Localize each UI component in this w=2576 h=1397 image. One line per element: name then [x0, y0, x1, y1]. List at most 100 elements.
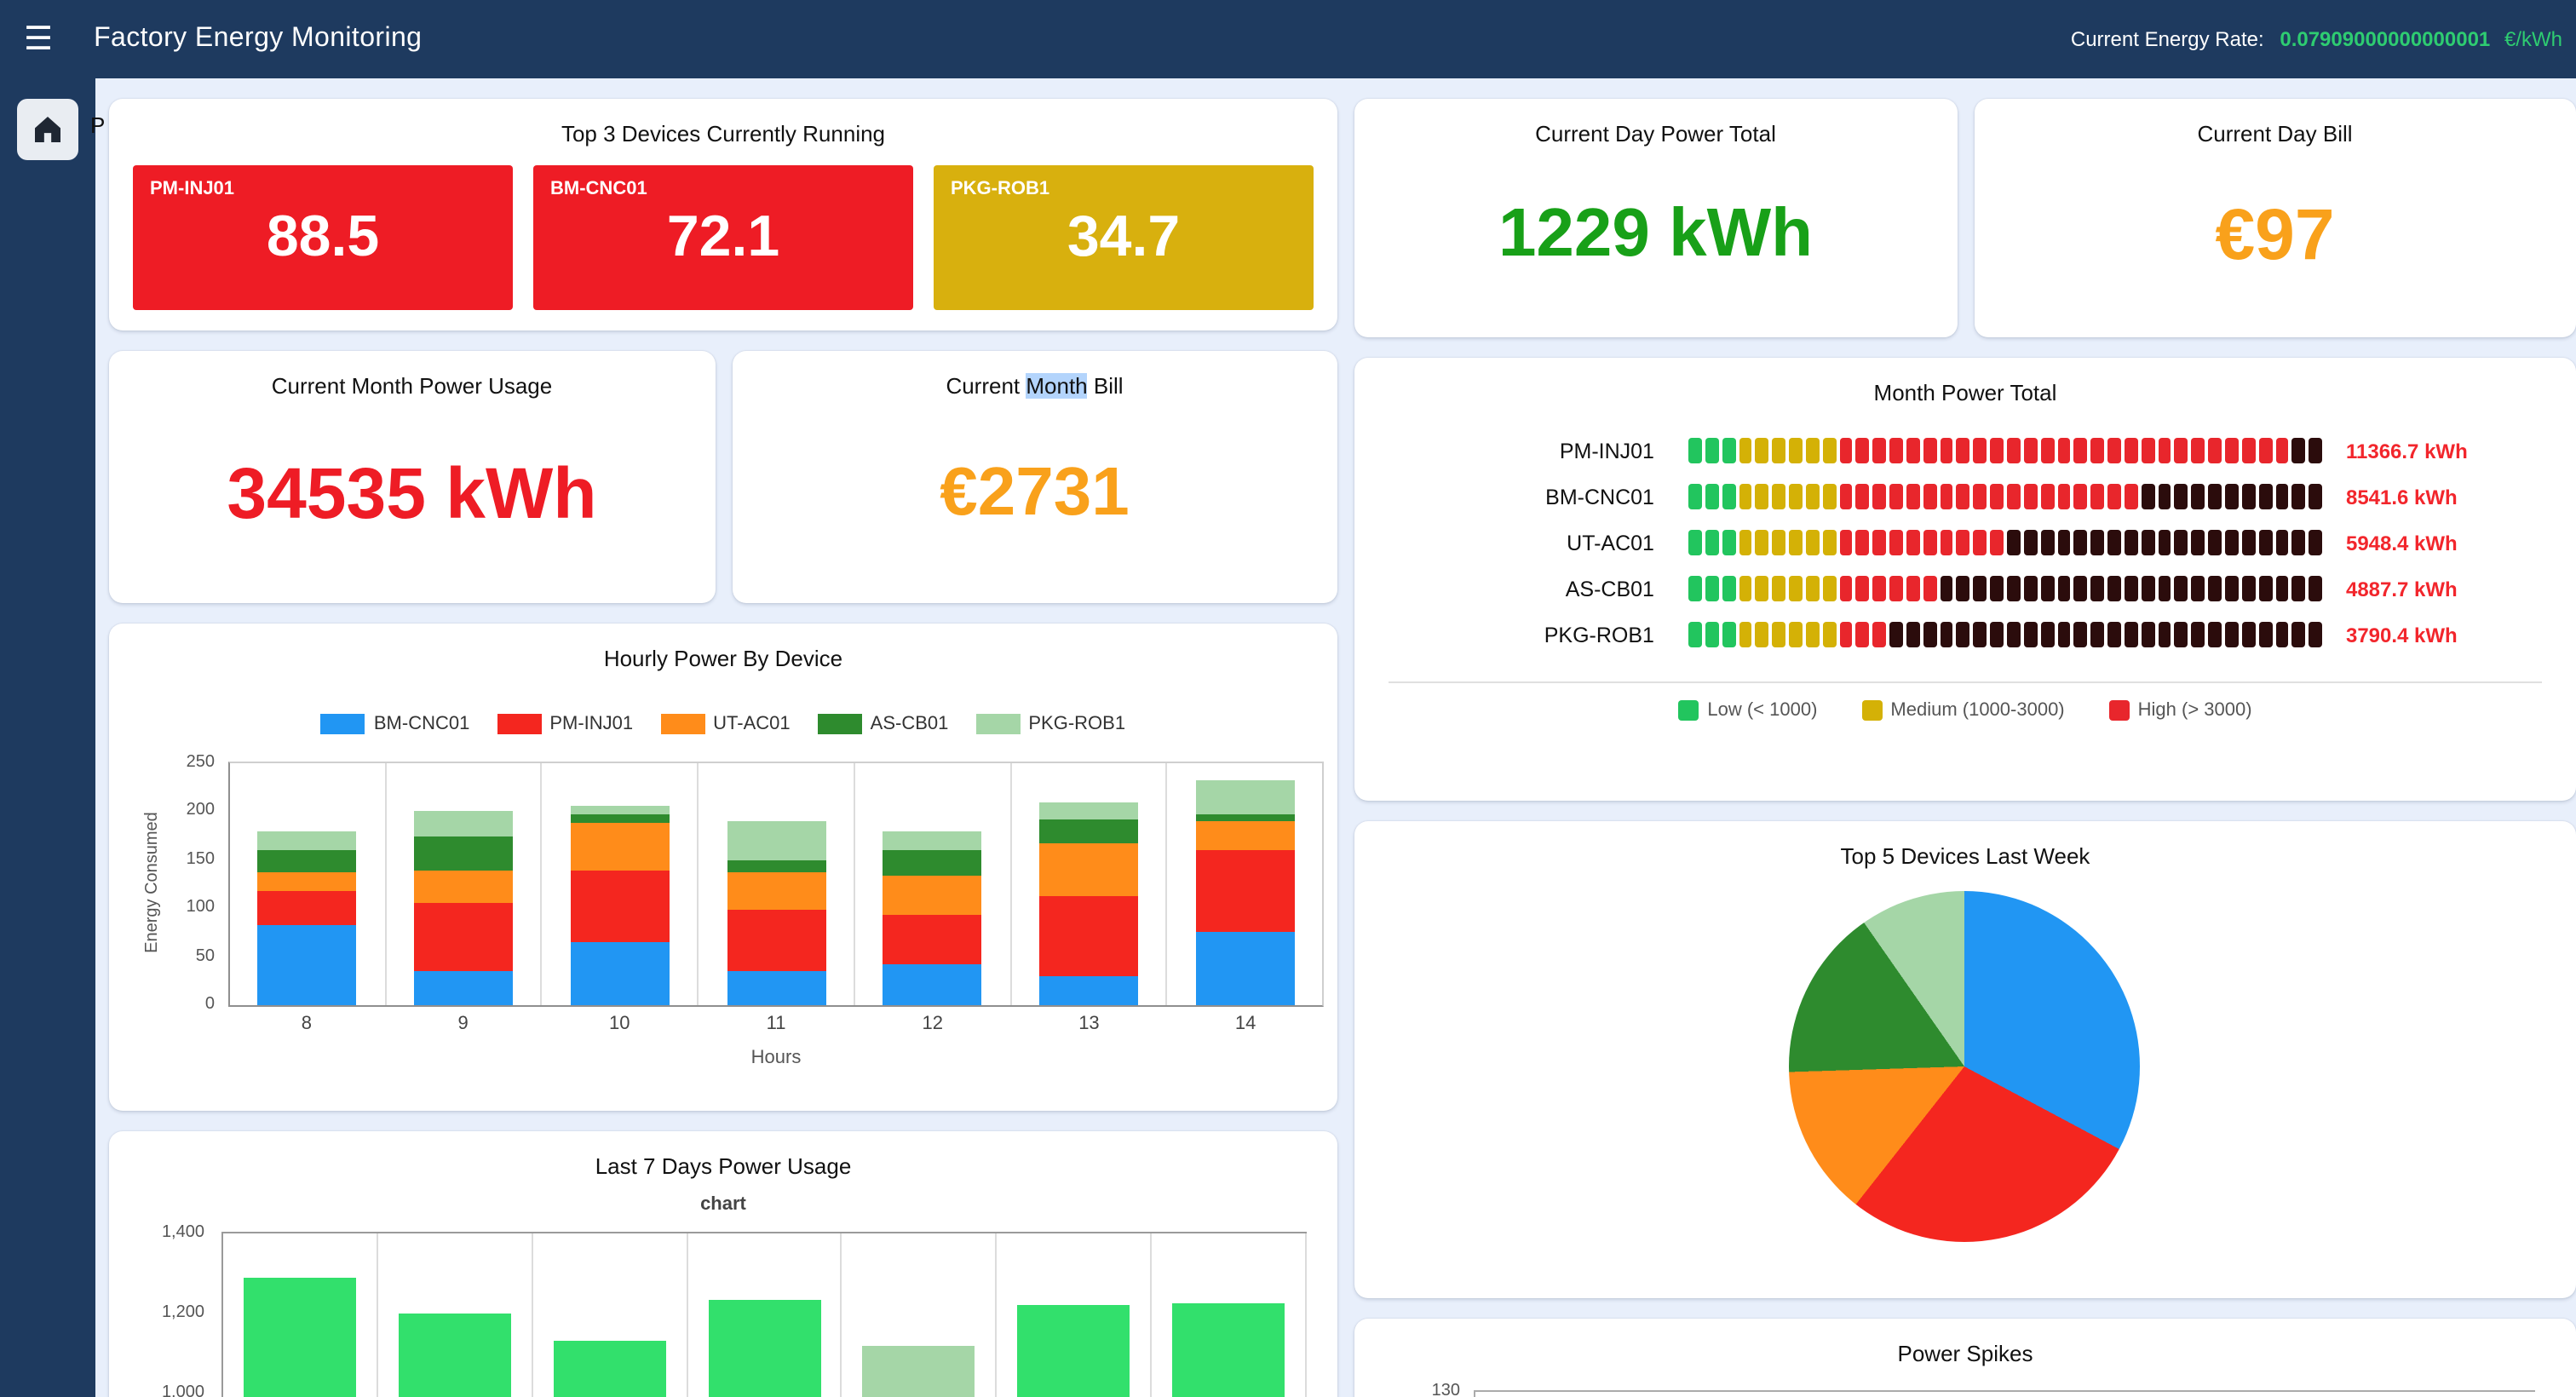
segment — [2040, 622, 2054, 647]
x-tick: 9 — [385, 1014, 542, 1034]
device-tile-label: PM-INJ01 — [150, 179, 234, 199]
segment — [2142, 484, 2155, 509]
stacked-bar — [883, 831, 981, 1005]
segment — [1722, 530, 1735, 555]
segment — [1974, 484, 1987, 509]
segment — [1873, 622, 1887, 647]
bar-segment-BM-CNC01 — [1195, 933, 1294, 1005]
segment — [1906, 484, 1920, 509]
bar-segment-PM-INJ01 — [883, 914, 981, 964]
bar-segment-PM-INJ01 — [1039, 897, 1138, 976]
segment — [1806, 438, 1820, 463]
segment — [1873, 484, 1887, 509]
energy-rate-label: Current Energy Rate: — [2071, 27, 2264, 51]
segment — [2107, 438, 2121, 463]
chart-subtitle: chart — [109, 1194, 1337, 1215]
segment — [1756, 438, 1769, 463]
title-prefix: Current — [946, 373, 1026, 399]
month-bill-value: €2731 — [732, 397, 1337, 603]
segment — [1772, 530, 1785, 555]
card-title: Top 3 Devices Currently Running — [109, 99, 1337, 145]
segment — [2175, 530, 2188, 555]
bar-segment-BM-CNC01 — [1039, 976, 1138, 1005]
segment — [1957, 484, 1970, 509]
x-axis-label: Hours — [228, 1048, 1324, 1068]
hourly-plot — [228, 762, 1324, 1007]
legend-item-UT-AC01: UT-AC01 — [660, 714, 791, 734]
segment — [1789, 484, 1803, 509]
legend-item-AS-CB01: AS-CB01 — [818, 714, 949, 734]
segment — [1957, 530, 1970, 555]
device-kwh-value: 5948.4 kWh — [2346, 531, 2458, 555]
x-tick: 8 — [228, 1014, 385, 1034]
segment — [1739, 530, 1752, 555]
segment — [2258, 530, 2272, 555]
y-axis-label: Energy Consumed — [143, 762, 162, 1003]
legend-item-BM-CNC01: BM-CNC01 — [321, 714, 469, 734]
legend-item-PM-INJ01: PM-INJ01 — [497, 714, 633, 734]
hamburger-menu-icon[interactable]: ☰ — [24, 23, 53, 55]
device-row-PKG-ROB1: PKG-ROB13790.4 kWh — [1385, 612, 2545, 658]
segment — [2007, 438, 2021, 463]
segment — [2125, 438, 2138, 463]
device-kwh-value: 11366.7 kWh — [2346, 439, 2468, 463]
segment-bar — [1688, 484, 2322, 509]
segment — [2225, 530, 2239, 555]
bar-segment-BM-CNC01 — [414, 971, 513, 1005]
legend-label: High (> 3000) — [2138, 700, 2252, 721]
segment — [1705, 438, 1719, 463]
bar-segment-BM-CNC01 — [258, 926, 357, 1005]
bar-group-10 — [543, 763, 699, 1005]
card-title: Current Day Power Total — [1354, 99, 1957, 145]
bar-segment-PKG-ROB1 — [1195, 781, 1294, 814]
bar-group-9 — [386, 763, 542, 1005]
segment — [1839, 484, 1853, 509]
home-button[interactable] — [17, 99, 78, 160]
segment — [1822, 484, 1836, 509]
device-kwh-value: 3790.4 kWh — [2346, 623, 2458, 647]
bar-segment-BM-CNC01 — [571, 942, 670, 1005]
segment — [2057, 438, 2071, 463]
segment — [1789, 576, 1803, 601]
week-yticks: 1,4001,2001,000 — [133, 1222, 211, 1397]
segment — [2242, 438, 2256, 463]
y-tick: 1,200 — [162, 1303, 204, 1322]
device-label: AS-CB01 — [1385, 577, 1688, 601]
y-tick: 250 — [187, 753, 215, 772]
segment — [2242, 484, 2256, 509]
bar-segment-BM-CNC01 — [727, 971, 825, 1005]
bar-segment-PKG-ROB1 — [571, 806, 670, 813]
segment — [1906, 622, 1920, 647]
bar-segment-UT-AC01 — [571, 824, 670, 871]
segment — [1957, 438, 1970, 463]
device-row-PM-INJ01: PM-INJ0111366.7 kWh — [1385, 428, 2545, 474]
segment — [2292, 484, 2306, 509]
card-title: Current Month Bill — [732, 351, 1337, 397]
bar-group — [532, 1233, 687, 1397]
card-hourly-power: Hourly Power By Device BM-CNC01PM-INJ01U… — [109, 624, 1337, 1111]
segment — [2125, 530, 2138, 555]
bar-segment-UT-AC01 — [1195, 821, 1294, 850]
segment — [1974, 438, 1987, 463]
y-tick: 150 — [187, 850, 215, 869]
device-tile-label: BM-CNC01 — [550, 179, 647, 199]
segment — [2074, 438, 2088, 463]
segment — [2107, 530, 2121, 555]
card-current-day-bill: Current Day Bill €97 — [1974, 99, 2576, 337]
segment — [1957, 622, 1970, 647]
app-root: ☰ Factory Energy Monitoring Current Ener… — [0, 0, 2576, 1397]
card-top3-devices: Top 3 Devices Currently Running PM-INJ01… — [109, 99, 1337, 331]
segment — [1739, 576, 1752, 601]
segment — [2225, 622, 2239, 647]
segment — [2225, 484, 2239, 509]
segment — [1940, 530, 1953, 555]
segment — [2107, 576, 2121, 601]
energy-rate-value: 0.07909000000000001 — [2280, 27, 2490, 51]
segment — [1772, 484, 1785, 509]
card-current-month-bill: Current Month Bill €2731 — [732, 351, 1337, 603]
x-tick: 11 — [698, 1014, 854, 1034]
bar — [399, 1314, 511, 1397]
segment — [2192, 622, 2205, 647]
segment — [1856, 622, 1870, 647]
segment — [1688, 622, 1702, 647]
